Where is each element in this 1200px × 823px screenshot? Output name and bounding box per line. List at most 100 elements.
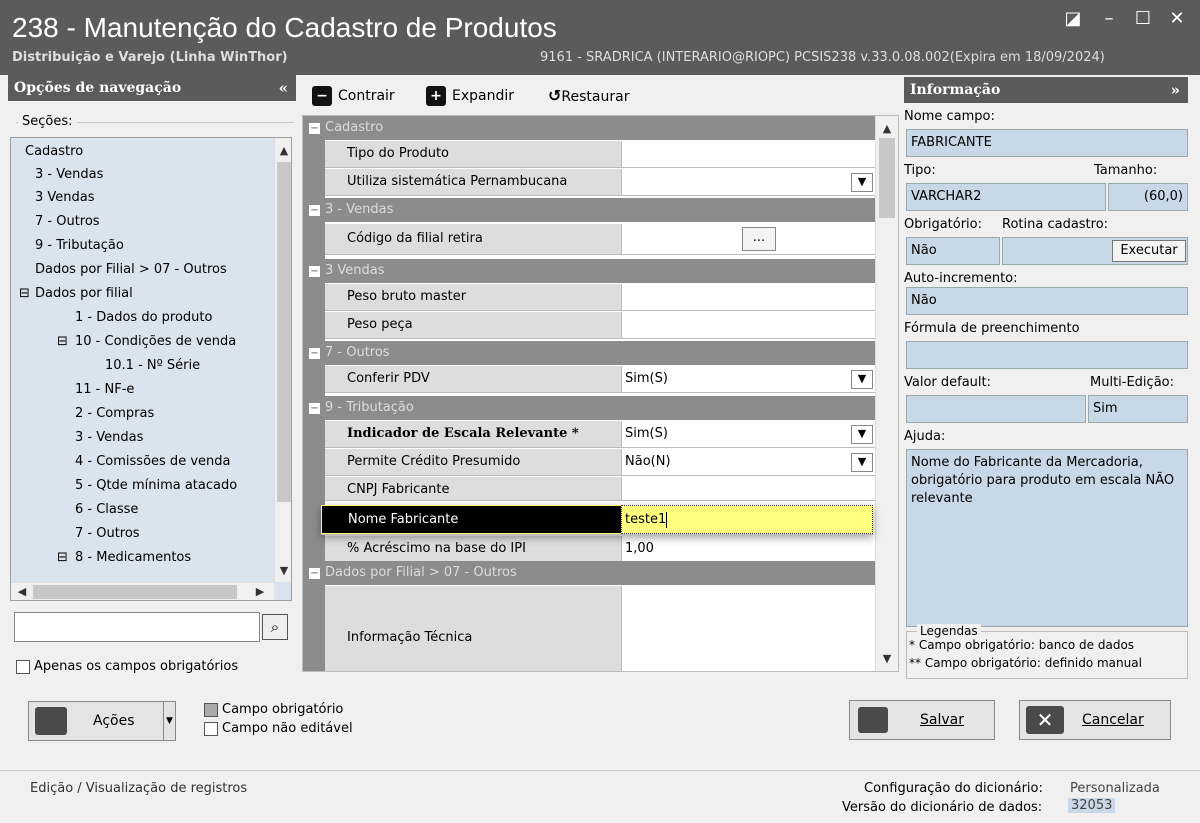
executar-button[interactable]: Executar (1112, 240, 1186, 262)
tree-item[interactable]: 5 - Qtde mínima atacado (75, 476, 237, 498)
tree-item[interactable]: 3 Vendas (35, 188, 95, 210)
collapse-category-icon[interactable]: − (309, 403, 320, 414)
tree-item[interactable]: 9 - Tributação (35, 236, 124, 258)
tree-item[interactable]: 10 - Condições de venda (75, 332, 236, 354)
field-value[interactable]: Sim(S) ▼ (621, 421, 875, 447)
checkbox-box[interactable] (16, 659, 30, 674)
scroll-left-icon[interactable]: ◀ (13, 583, 31, 600)
tree-item[interactable]: 3 - Vendas (35, 165, 103, 187)
collapse-category-icon[interactable]: − (309, 266, 320, 277)
tree-expander-icon[interactable]: ⊟ (57, 548, 68, 570)
chevron-down-icon[interactable]: ▼ (851, 173, 873, 192)
tree-vertical-scrollbar[interactable]: ▲ ▼ (274, 138, 291, 582)
field-value[interactable]: teste1 (621, 505, 873, 534)
collapse-category-icon[interactable]: − (309, 123, 320, 134)
row-conferir-pdv[interactable]: Conferir PDV Sim(S) ▼ (325, 366, 875, 393)
search-input[interactable] (14, 612, 260, 642)
cancel-button[interactable]: ✕ Cancelar (1019, 700, 1171, 740)
field-value[interactable] (621, 586, 875, 671)
field-value[interactable]: 1,00 (621, 536, 875, 562)
restore-window-icon[interactable]: ◪ (1062, 8, 1084, 30)
category-dados-filial[interactable]: − Dados por Filial > 07 - Outros (303, 561, 875, 585)
row-credito-presumido[interactable]: Permite Crédito Presumido Não(N) ▼ (325, 449, 875, 476)
collapse-nav-icon[interactable]: « (279, 75, 288, 101)
tree-expander-icon[interactable]: ⊟ (57, 332, 68, 354)
tree-item[interactable]: Dados por filial (35, 284, 133, 306)
row-pernambucana[interactable]: Utiliza sistemática Pernambucana ▼ (325, 169, 875, 196)
obrigatorio-value: Não (906, 237, 1000, 265)
chevron-down-icon[interactable]: ▼ (851, 370, 873, 389)
row-acrescimo-ipi[interactable]: % Acréscimo na base do IPI 1,00 (325, 536, 875, 563)
category-label: 9 - Tributação (325, 400, 414, 415)
hscroll-thumb[interactable] (33, 585, 237, 599)
scroll-right-icon[interactable]: ▶ (251, 583, 269, 600)
collapse-category-icon[interactable]: − (309, 568, 320, 579)
category-cadastro[interactable]: − Cadastro (303, 116, 875, 140)
tree-item[interactable]: 4 - Comissões de venda (75, 452, 230, 474)
field-value[interactable] (621, 284, 875, 310)
close-icon: ✕ (1026, 706, 1064, 734)
tree-item[interactable]: 10.1 - Nº Série (105, 356, 200, 378)
field-text: 1,00 (625, 541, 654, 556)
close-icon[interactable]: ✕ (1166, 8, 1188, 30)
category-7-outros[interactable]: −7 - Outros (303, 341, 875, 365)
maximize-icon[interactable]: ☐ (1132, 8, 1154, 30)
collapse-info-icon[interactable]: » (1171, 77, 1180, 103)
tree-horizontal-scrollbar[interactable]: ◀ ▶ (11, 582, 274, 600)
acoes-button[interactable]: Ações ▼ (28, 701, 176, 741)
field-value[interactable] (621, 477, 875, 500)
grid-scrollbar[interactable]: ▲ ▼ (875, 116, 898, 671)
minimize-icon[interactable]: – (1098, 8, 1120, 30)
chevron-down-icon[interactable]: ▼ (851, 453, 873, 472)
category-3-vendas[interactable]: −3 - Vendas (303, 198, 875, 222)
chevron-down-icon[interactable]: ▼ (851, 425, 873, 444)
collapse-category-icon[interactable]: − (309, 205, 320, 216)
tree-expander-icon[interactable]: ⊟ (19, 284, 30, 306)
ellipsis-button[interactable]: ... (742, 227, 776, 251)
category-3vendas[interactable]: −3 Vendas (303, 259, 875, 283)
scroll-up-icon[interactable]: ▲ (275, 142, 291, 160)
row-cnpj-fabricante[interactable]: CNPJ Fabricante (325, 477, 875, 501)
tree-item[interactable]: Cadastro (25, 142, 83, 164)
tree-item[interactable]: 8 - Medicamentos (75, 548, 191, 570)
field-value[interactable] (621, 312, 875, 338)
sections-label: Seções: (18, 114, 77, 129)
field-value[interactable]: Não(N) ▼ (621, 449, 875, 475)
tree-item[interactable]: 11 - NF-e (75, 380, 134, 402)
scroll-thumb[interactable] (277, 162, 291, 502)
category-9-tributacao[interactable]: −9 - Tributação (303, 396, 875, 420)
field-text: Sim(S) (625, 426, 668, 441)
row-peso-bruto[interactable]: Peso bruto master (325, 284, 875, 311)
scroll-down-icon[interactable]: ▼ (878, 650, 896, 668)
row-peso-peca[interactable]: Peso peça (325, 312, 875, 339)
acoes-dropdown-icon[interactable]: ▼ (163, 702, 175, 740)
tree-item[interactable]: Dados por Filial > 07 - Outros (35, 260, 227, 282)
restore-button[interactable]: ↺Restaurar (548, 86, 629, 105)
tree-item[interactable]: 7 - Outros (35, 212, 100, 234)
scroll-thumb[interactable] (879, 138, 895, 218)
tree-item[interactable]: 7 - Outros (75, 524, 140, 546)
required-only-checkbox[interactable]: Apenas os campos obrigatórios (16, 659, 238, 674)
row-nome-fabricante[interactable]: Nome Fabricante teste1 (321, 505, 873, 535)
save-button[interactable]: Salvar (849, 700, 995, 740)
field-value[interactable]: ... (621, 224, 875, 254)
collapse-all-button[interactable]: − Contrair (312, 86, 395, 106)
tree-item[interactable]: 2 - Compras (75, 404, 154, 426)
tree-item[interactable]: 1 - Dados do produto (75, 308, 212, 330)
field-value[interactable] (621, 141, 875, 167)
tree-item[interactable]: 3 - Vendas (75, 428, 143, 450)
row-informacao-tecnica[interactable]: Informação Técnica (325, 586, 875, 671)
sections-tree[interactable]: Cadastro 3 - Vendas 3 Vendas 7 - Outros … (10, 137, 292, 601)
field-value[interactable]: ▼ (621, 169, 875, 195)
row-tipo-produto[interactable]: Tipo do Produto (325, 141, 875, 168)
field-value[interactable]: Sim(S) ▼ (621, 366, 875, 392)
search-icon[interactable]: ⌕ (262, 614, 288, 640)
scroll-down-icon[interactable]: ▼ (275, 562, 291, 580)
row-escala-relevante[interactable]: Indicador de Escala Relevante * Sim(S) ▼ (325, 421, 875, 448)
obrigatorio-label: Obrigatório: (904, 217, 982, 232)
tree-item[interactable]: 6 - Classe (75, 500, 138, 522)
expand-all-button[interactable]: + Expandir (426, 86, 514, 106)
scroll-up-icon[interactable]: ▲ (878, 120, 896, 138)
collapse-category-icon[interactable]: − (309, 348, 320, 359)
row-filial-retira[interactable]: Código da filial retira... (325, 224, 875, 255)
